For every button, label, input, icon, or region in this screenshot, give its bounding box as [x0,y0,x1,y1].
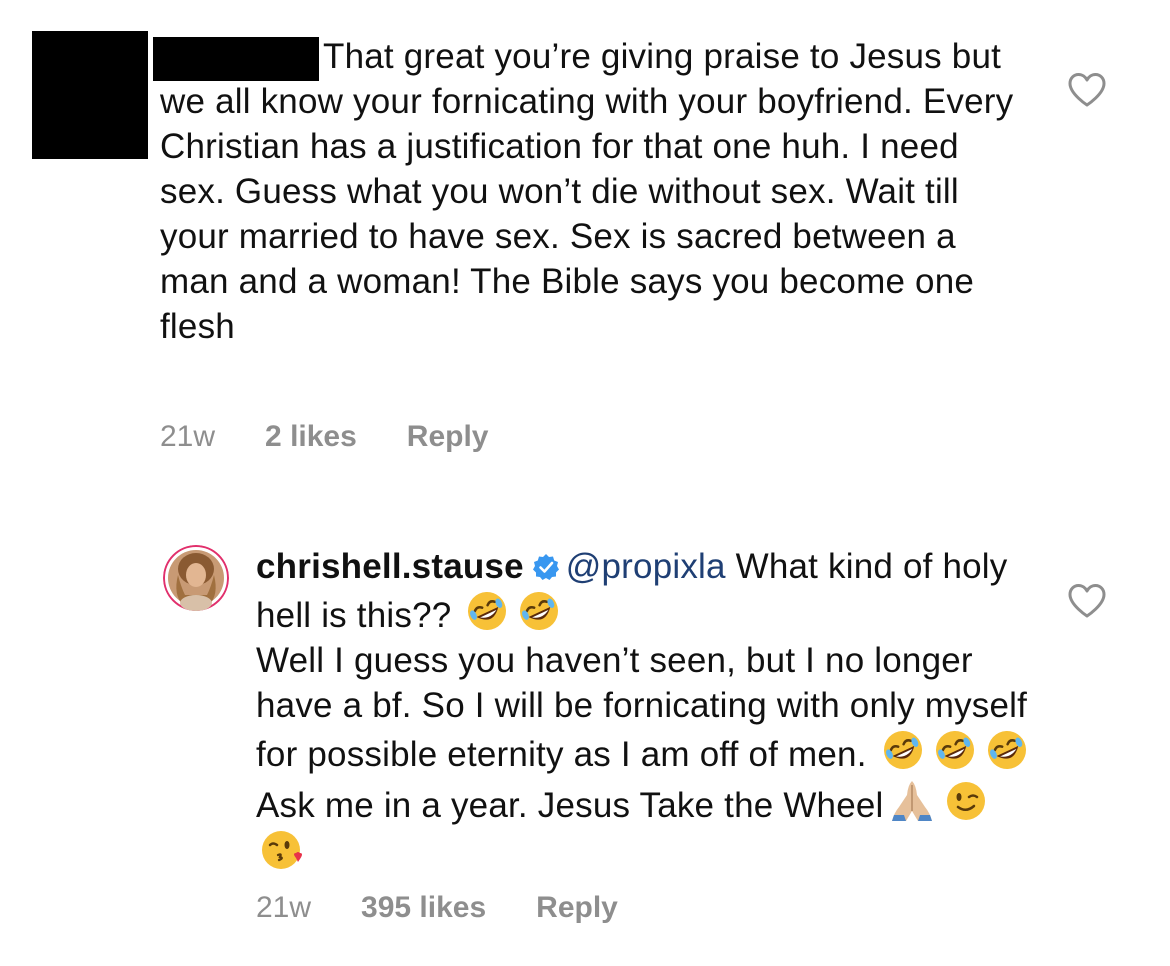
verified-badge-icon [532,554,559,580]
comment-meta: 21w 395 likes Reply [256,891,618,925]
winking-face-emoji-icon [946,782,985,820]
rolling-on-floor-laughing-emoji-icon [520,592,559,630]
rolling-on-floor-laughing-emoji-icon [987,731,1026,769]
rolling-on-floor-laughing-emoji-icon [935,731,974,769]
folded-hands-emoji-icon [891,781,932,821]
rolling-on-floor-laughing-emoji-icon [468,592,507,630]
mention-link[interactable]: @propixla [566,547,726,586]
reply-button[interactable]: Reply [407,420,489,454]
rolling-on-floor-laughing-emoji-icon [883,731,922,769]
comment-username[interactable]: chrishell.stause [256,547,524,586]
redacted-avatar [32,31,148,159]
comment-time: 21w [160,420,216,453]
face-blowing-kiss-emoji-icon [262,831,302,869]
avatar[interactable] [163,545,229,611]
heart-outline-icon[interactable] [1067,72,1107,108]
comment-text-part: Ask me in a year. Jesus Take the Wheel [256,786,884,825]
comment-time: 21w [256,891,312,924]
heart-outline-icon[interactable] [1067,583,1107,619]
comment-text: chrishell.stause @propixla What kind of … [256,544,1036,877]
comment-likes[interactable]: 2 likes [265,420,357,454]
comment-text: That great you’re giving praise to Jesus… [160,37,1014,346]
comment-meta: 21w 2 likes Reply [160,420,489,454]
reply-button[interactable]: Reply [536,891,618,925]
comment-likes[interactable]: 395 likes [361,891,486,925]
